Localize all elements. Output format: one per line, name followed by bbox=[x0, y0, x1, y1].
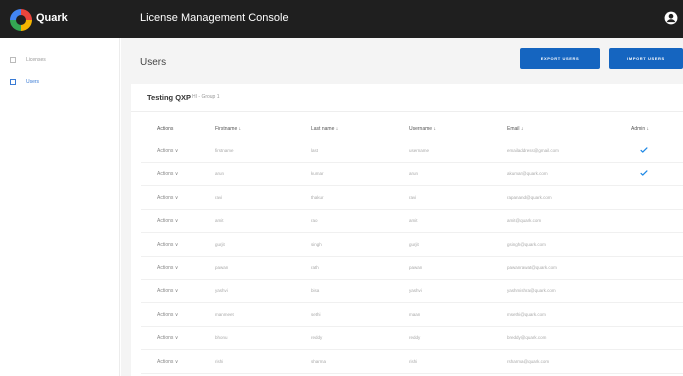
account-icon[interactable] bbox=[664, 11, 678, 25]
users-card: Testing QXP HI - Group 1 Actions Firstnam… bbox=[131, 84, 683, 376]
column-header[interactable]: Admin ↓ bbox=[631, 126, 649, 132]
table-cell-email: yashmishra@quark.com bbox=[507, 288, 556, 294]
table-cell-first: yashvi bbox=[215, 288, 228, 294]
table-row: Actions ∨ bhonu reddy reddy breddy@quark.com bbox=[141, 327, 683, 351]
actions-dropdown[interactable]: Actions ∨ bbox=[157, 242, 178, 248]
table-cell-first: manmeet bbox=[215, 311, 234, 317]
sidebar-item-users[interactable]: Users bbox=[10, 74, 39, 90]
table-cell-last: bisa bbox=[311, 288, 320, 294]
sidebar-item-label: Licenses bbox=[26, 57, 46, 63]
table-cell-last: rao bbox=[311, 218, 318, 224]
actions-dropdown[interactable]: Actions ∨ bbox=[157, 288, 178, 294]
table-cell-email: msethi@quark.com bbox=[507, 311, 546, 317]
app-title: License Management Console bbox=[140, 12, 289, 24]
admin-check-icon bbox=[640, 147, 648, 153]
column-header[interactable]: Firstname ↓ bbox=[215, 126, 241, 132]
table-cell-first: gurjit bbox=[215, 241, 225, 247]
actions-dropdown[interactable]: Actions ∨ bbox=[157, 335, 178, 341]
table-cell-user: username bbox=[409, 148, 430, 153]
actions-dropdown[interactable]: Actions ∨ bbox=[157, 195, 178, 201]
card-header: Testing QXP HI - Group 1 bbox=[131, 84, 683, 112]
table-cell-email: gsingh@quark.com bbox=[507, 241, 546, 247]
card-title: Testing QXP bbox=[147, 93, 192, 102]
column-header[interactable]: Username ↓ bbox=[409, 126, 436, 132]
card-subtitle: HI - Group 1 bbox=[192, 94, 220, 100]
brand-name: Quark bbox=[36, 12, 68, 24]
table-cell-email: pawanrawat@quark.com bbox=[507, 265, 557, 270]
table-cell-first: amit bbox=[215, 218, 224, 224]
table-row: Actions ∨ ravi thakur ravi rapanand@quark.co… bbox=[141, 187, 683, 210]
quark-logo-icon[interactable] bbox=[10, 9, 32, 31]
table-cell-last: singh bbox=[311, 241, 322, 247]
table-cell-last: sethi bbox=[311, 311, 321, 317]
sidebar-item-licenses[interactable]: Licenses bbox=[10, 52, 46, 68]
table-row: Actions ∨ pawan rath pawan pawanrawat@quark.… bbox=[141, 257, 683, 280]
table-cell-user: pawan bbox=[409, 265, 423, 270]
table-cell-user: amit bbox=[409, 218, 418, 224]
table-cell-first: firstname bbox=[215, 148, 234, 153]
table-cell-last: thakur bbox=[311, 194, 324, 200]
table-cell-user: rishi bbox=[409, 358, 418, 364]
table-cell-first: pawan bbox=[215, 265, 229, 270]
table-row: Actions ∨ gurjit singh gurjit gsingh@quark.c… bbox=[141, 234, 683, 257]
page-title: Users bbox=[140, 57, 167, 68]
table-row: Actions ∨ arun kumar arun akumar@quark.com bbox=[141, 163, 683, 187]
table-cell-user: reddy bbox=[409, 335, 421, 341]
table-cell-email: breddy@quark.com bbox=[507, 335, 547, 341]
sidebar: Licenses Users bbox=[0, 38, 120, 376]
table-cell-last: rath bbox=[311, 265, 319, 270]
license-icon bbox=[10, 57, 16, 63]
table-cell-user: yashvi bbox=[409, 288, 422, 294]
users-icon bbox=[10, 79, 16, 85]
table-row: Actions ∨ yashvi bisa yashvi yashmishra@quar… bbox=[141, 280, 683, 304]
table-cell-email: amit@quark.com bbox=[507, 218, 542, 224]
table-cell-email: rapanand@quark.com bbox=[507, 194, 552, 200]
table-cell-first: rishi bbox=[215, 358, 224, 364]
table-row: Actions ∨ manmeet sethi maan msethi@quark.co… bbox=[141, 304, 683, 327]
table-row: Actions ∨ rishi sharma rishi rsharma@quark.c… bbox=[141, 351, 683, 374]
table-cell-user: maan bbox=[409, 311, 421, 317]
table-cell-last: kumar bbox=[311, 171, 324, 177]
table-cell-user: arun bbox=[409, 171, 419, 177]
table-cell-last: sharma bbox=[311, 358, 327, 364]
table-row: Actions ∨ amit rao amit amit@quark.com bbox=[141, 210, 683, 234]
import-users-button[interactable]: IMPORT USERS bbox=[609, 48, 683, 69]
column-header[interactable]: Email ↓ bbox=[507, 126, 523, 132]
table-cell-last: last bbox=[311, 148, 319, 153]
table-cell-email: emailaddress@gmail.com bbox=[507, 148, 559, 153]
admin-check-icon bbox=[640, 170, 648, 177]
table-cell-first: ravi bbox=[215, 194, 223, 200]
table-cell-user: ravi bbox=[409, 194, 417, 200]
table-row: Actions ∨ firstname last username emailaddre… bbox=[141, 140, 683, 163]
actions-dropdown[interactable]: Actions ∨ bbox=[157, 148, 178, 154]
sidebar-item-label: Users bbox=[26, 79, 40, 85]
actions-dropdown[interactable]: Actions ∨ bbox=[157, 171, 178, 177]
table-cell-first: bhonu bbox=[215, 335, 228, 341]
table-cell-last: reddy bbox=[311, 335, 323, 341]
actions-dropdown[interactable]: Actions ∨ bbox=[157, 265, 178, 271]
main-content: Users EXPORT USERS IMPORT USERS Testing … bbox=[121, 38, 683, 376]
export-users-button[interactable]: EXPORT USERS bbox=[520, 48, 600, 69]
actions-dropdown[interactable]: Actions ∨ bbox=[157, 218, 178, 224]
column-header[interactable]: Last name ↓ bbox=[311, 126, 338, 132]
table-cell-user: gurjit bbox=[409, 241, 419, 247]
table-cell-first: arun bbox=[215, 171, 225, 177]
table-cell-email: akumar@quark.com bbox=[507, 171, 548, 177]
actions-dropdown[interactable]: Actions ∨ bbox=[157, 359, 178, 365]
top-bar: Quark License Management Console bbox=[0, 0, 683, 38]
column-header[interactable]: Actions bbox=[157, 126, 173, 132]
table-cell-email: rsharma@quark.com bbox=[507, 358, 550, 364]
actions-dropdown[interactable]: Actions ∨ bbox=[157, 312, 178, 318]
